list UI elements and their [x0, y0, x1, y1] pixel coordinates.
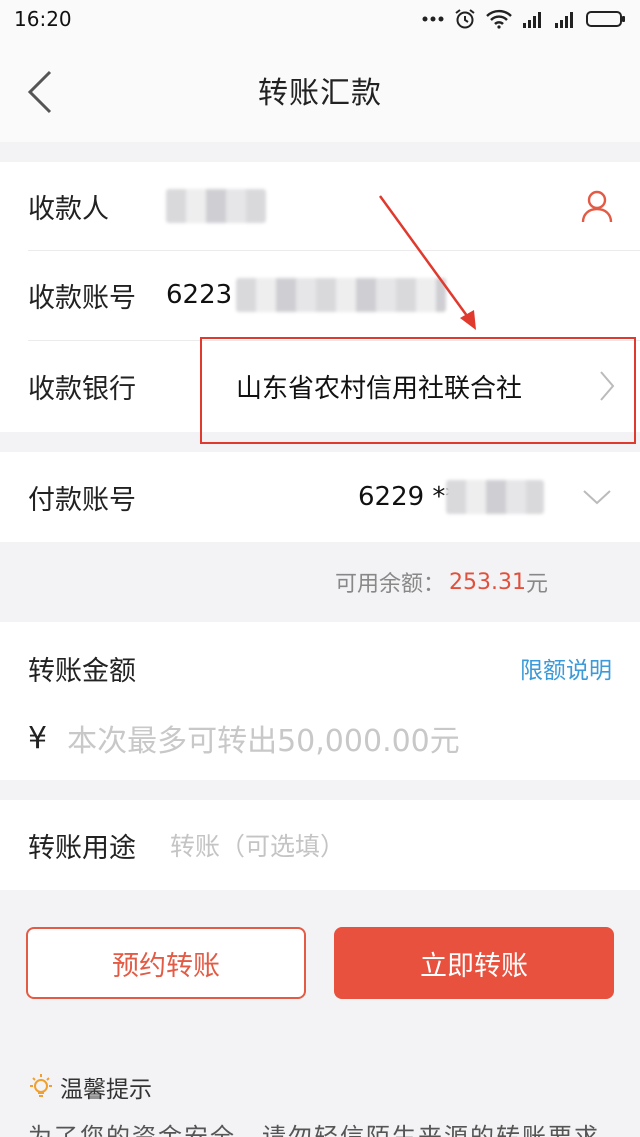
- balance-label: 可用余额：: [334, 572, 445, 597]
- amount-input[interactable]: 本次最多可转出50,000.00元: [67, 716, 460, 760]
- status-bar: 16:20: [0, 0, 640, 38]
- page-title: 转账汇款: [258, 76, 382, 111]
- payer-section: 付款账号 6229 **: [0, 452, 640, 542]
- status-icons: [422, 8, 626, 30]
- more-dots-icon: [422, 16, 444, 22]
- payee-name-label: 收款人: [28, 193, 109, 225]
- status-time: 16:20: [14, 7, 72, 31]
- payer-account-prefix: 6229 **: [358, 482, 459, 512]
- payer-account-masked: [446, 480, 544, 514]
- balance-line: 可用余额： 253.31 元: [0, 542, 640, 622]
- amount-label: 转账金额: [28, 655, 136, 687]
- payee-account-masked: [236, 278, 447, 312]
- balance-unit: 元: [525, 572, 548, 597]
- contact-person-icon[interactable]: [580, 189, 614, 223]
- alarm-icon: [455, 9, 475, 29]
- payer-account-label: 付款账号: [28, 484, 136, 516]
- tips-text: 为了您的资金安全，请勿轻信陌生来源的转账要求: [28, 1124, 628, 1137]
- purpose-label: 转账用途: [28, 832, 136, 864]
- purpose-input[interactable]: 转账（可选填）: [170, 827, 345, 863]
- chevron-down-icon[interactable]: [582, 488, 612, 506]
- nav-bar: 转账汇款: [0, 38, 640, 142]
- purpose-section: 转账用途 转账（可选填）: [0, 800, 640, 890]
- balance-amount: 253.31: [449, 569, 526, 595]
- back-arrow-icon[interactable]: [22, 68, 58, 116]
- annotation-box: [200, 337, 636, 444]
- limit-info-link[interactable]: 限额说明: [520, 651, 612, 685]
- signal-icon: [523, 12, 541, 28]
- payee-name-row[interactable]: 收款人: [0, 162, 640, 250]
- payee-bank-label: 收款银行: [28, 373, 136, 405]
- lightbulb-icon: [30, 1074, 52, 1097]
- amount-input-row[interactable]: ¥ 本次最多可转出50,000.00元: [0, 706, 640, 770]
- payer-account-row[interactable]: 付款账号 6229 **: [0, 452, 640, 542]
- transfer-now-button[interactable]: 立即转账: [334, 927, 614, 999]
- purpose-row[interactable]: 转账用途 转账（可选填）: [0, 800, 640, 890]
- payee-account-prefix: 6223: [166, 280, 233, 310]
- schedule-transfer-button[interactable]: 预约转账: [26, 927, 306, 999]
- amount-header-row: 转账金额 限额说明: [0, 622, 640, 714]
- payee-account-label: 收款账号: [28, 282, 136, 314]
- signal-icon-2: [555, 12, 573, 28]
- payee-name-masked: [166, 189, 266, 223]
- wifi-icon: [486, 9, 512, 29]
- battery-icon: [586, 11, 625, 27]
- tips-title: 温馨提示: [60, 1077, 152, 1103]
- amount-section: 转账金额 限额说明 ¥ 本次最多可转出50,000.00元: [0, 622, 640, 780]
- currency-symbol: ¥: [28, 720, 48, 756]
- payee-account-row: 收款账号 6223: [0, 250, 640, 340]
- tips-header: 温馨提示: [28, 1070, 152, 1104]
